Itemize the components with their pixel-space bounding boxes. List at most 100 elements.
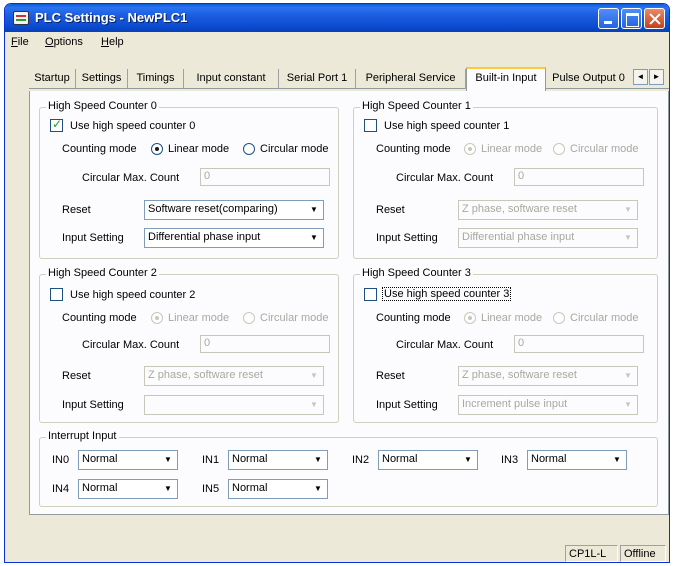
hsc1-linear-radio[interactable] [464, 143, 476, 155]
plc-settings-window: PLC Settings - NewPLC1 File Options Help… [4, 3, 670, 563]
hsc0-linear-label[interactable]: Linear mode [168, 143, 229, 155]
hsc2-max-count-input[interactable]: 0 [200, 335, 330, 353]
hsc3-reset-select[interactable]: Z phase, software reset ▼ [458, 366, 638, 386]
tab-scroll-right-icon[interactable]: ► [649, 69, 664, 85]
hsc0-max-count-input[interactable]: 0 [200, 168, 330, 186]
tab-settings[interactable]: Settings [76, 69, 128, 89]
in1-value: Normal [232, 453, 268, 465]
hsc0-input-select[interactable]: Differential phase input ▼ [144, 228, 324, 248]
menu-help[interactable]: Help [101, 36, 124, 48]
hsc0-enable-checkbox[interactable] [50, 117, 63, 132]
hsc2-linear-radio[interactable] [151, 312, 163, 324]
hsc0-group: High Speed Counter 0 Use high speed coun… [39, 100, 339, 259]
in3-value: Normal [531, 453, 567, 465]
hsc2-circular-label[interactable]: Circular mode [260, 312, 328, 324]
in5-select[interactable]: Normal ▼ [228, 479, 328, 499]
hsc0-enable-label[interactable]: Use high speed counter 0 [70, 120, 195, 132]
hsc3-circular-label[interactable]: Circular mode [570, 312, 638, 324]
hsc3-max-count-input[interactable]: 0 [514, 335, 644, 353]
hsc0-max-count-label: Circular Max. Count [82, 172, 180, 184]
chevron-down-icon: ▼ [310, 400, 318, 409]
hsc2-reset-select[interactable]: Z phase, software reset ▼ [144, 366, 324, 386]
in0-label: IN0 [52, 454, 70, 466]
tab-startup[interactable]: Startup [29, 69, 76, 89]
chevron-down-icon: ▼ [464, 455, 472, 464]
in1-label: IN1 [202, 454, 220, 466]
in4-select[interactable]: Normal ▼ [78, 479, 178, 499]
status-bar: CP1L-L Offline [5, 540, 669, 562]
tab-timings[interactable]: Timings [128, 69, 184, 89]
hsc1-linear-label[interactable]: Linear mode [481, 143, 542, 155]
in0-select[interactable]: Normal ▼ [78, 450, 178, 470]
hsc1-max-count-label: Circular Max. Count [396, 172, 494, 184]
app-icon [13, 11, 29, 25]
hsc3-enable-label[interactable]: Use high speed counter 3 [381, 287, 512, 301]
tab-serial-port-1[interactable]: Serial Port 1 [279, 69, 356, 89]
in5-label: IN5 [202, 483, 220, 495]
in4-label: IN4 [52, 483, 70, 495]
chevron-down-icon: ▼ [164, 455, 172, 464]
in1-select[interactable]: Normal ▼ [228, 450, 328, 470]
hsc2-enable-label[interactable]: Use high speed counter 2 [70, 289, 195, 301]
hsc0-counting-mode-label: Counting mode [62, 143, 137, 155]
tab-input-constant[interactable]: Input constant [184, 69, 279, 89]
tab-strip: Startup Settings Timings Input constant … [29, 67, 669, 91]
hsc1-circular-label[interactable]: Circular mode [570, 143, 638, 155]
interrupt-input-group: Interrupt Input IN0 Normal ▼ IN1 Normal ▼ … [39, 430, 658, 507]
built-in-input-panel: High Speed Counter 0 Use high speed coun… [29, 91, 669, 515]
chevron-down-icon: ▼ [310, 205, 318, 214]
hsc1-circular-radio[interactable] [553, 143, 565, 155]
status-model: CP1L-L [565, 545, 618, 562]
hsc3-input-select[interactable]: Increment pulse input ▼ [458, 395, 638, 415]
hsc3-circular-radio[interactable] [553, 312, 565, 324]
hsc1-counting-mode-label: Counting mode [376, 143, 451, 155]
close-button[interactable] [644, 8, 665, 29]
in4-value: Normal [82, 482, 118, 494]
maximize-button[interactable] [621, 8, 642, 29]
hsc1-reset-value: Z phase, software reset [462, 203, 577, 215]
hsc1-input-value: Differential phase input [462, 231, 575, 243]
hsc1-title: High Speed Counter 1 [360, 100, 473, 112]
hsc0-reset-select[interactable]: Software reset(comparing) ▼ [144, 200, 324, 220]
hsc0-linear-radio[interactable] [151, 143, 163, 155]
hsc1-max-count-input[interactable]: 0 [514, 168, 644, 186]
in3-select[interactable]: Normal ▼ [527, 450, 627, 470]
chevron-down-icon: ▼ [624, 233, 632, 242]
menu-options[interactable]: Options [45, 36, 83, 48]
hsc3-group: High Speed Counter 3 Use high speed coun… [353, 267, 658, 423]
hsc2-input-select[interactable]: ▼ [144, 395, 324, 415]
hsc2-linear-label[interactable]: Linear mode [168, 312, 229, 324]
hsc0-circular-label[interactable]: Circular mode [260, 143, 328, 155]
hsc3-linear-label[interactable]: Linear mode [481, 312, 542, 324]
tab-scroll-left-icon[interactable]: ◄ [633, 69, 648, 85]
hsc2-reset-label: Reset [62, 370, 91, 382]
hsc3-linear-radio[interactable] [464, 312, 476, 324]
chevron-down-icon: ▼ [310, 371, 318, 380]
window-title: PLC Settings - NewPLC1 [35, 10, 188, 25]
hsc2-enable-checkbox[interactable] [50, 288, 63, 301]
in2-select[interactable]: Normal ▼ [378, 450, 478, 470]
in0-value: Normal [82, 453, 118, 465]
menu-file[interactable]: File [11, 36, 29, 48]
hsc2-circular-radio[interactable] [243, 312, 255, 324]
hsc0-circular-radio[interactable] [243, 143, 255, 155]
title-bar[interactable]: PLC Settings - NewPLC1 [5, 4, 669, 32]
hsc1-reset-select[interactable]: Z phase, software reset ▼ [458, 200, 638, 220]
minimize-button[interactable] [598, 8, 619, 29]
hsc1-enable-label[interactable]: Use high speed counter 1 [384, 120, 509, 132]
hsc2-input-setting-label: Input Setting [62, 399, 124, 411]
hsc3-counting-mode-label: Counting mode [376, 312, 451, 324]
hsc1-enable-checkbox[interactable] [364, 119, 377, 132]
tab-peripheral-service[interactable]: Peripheral Service [356, 69, 466, 89]
chevron-down-icon: ▼ [314, 455, 322, 464]
tab-built-in-input[interactable]: Built-in Input [466, 67, 546, 91]
hsc3-reset-label: Reset [376, 370, 405, 382]
hsc3-input-value: Increment pulse input [462, 398, 568, 410]
hsc1-input-select[interactable]: Differential phase input ▼ [458, 228, 638, 248]
interrupt-title: Interrupt Input [46, 430, 119, 442]
in3-label: IN3 [501, 454, 519, 466]
tab-pulse-output-0[interactable]: Pulse Output 0 [546, 69, 631, 89]
hsc2-title: High Speed Counter 2 [46, 267, 159, 279]
hsc3-enable-checkbox[interactable] [364, 288, 377, 301]
hsc2-counting-mode-label: Counting mode [62, 312, 137, 324]
